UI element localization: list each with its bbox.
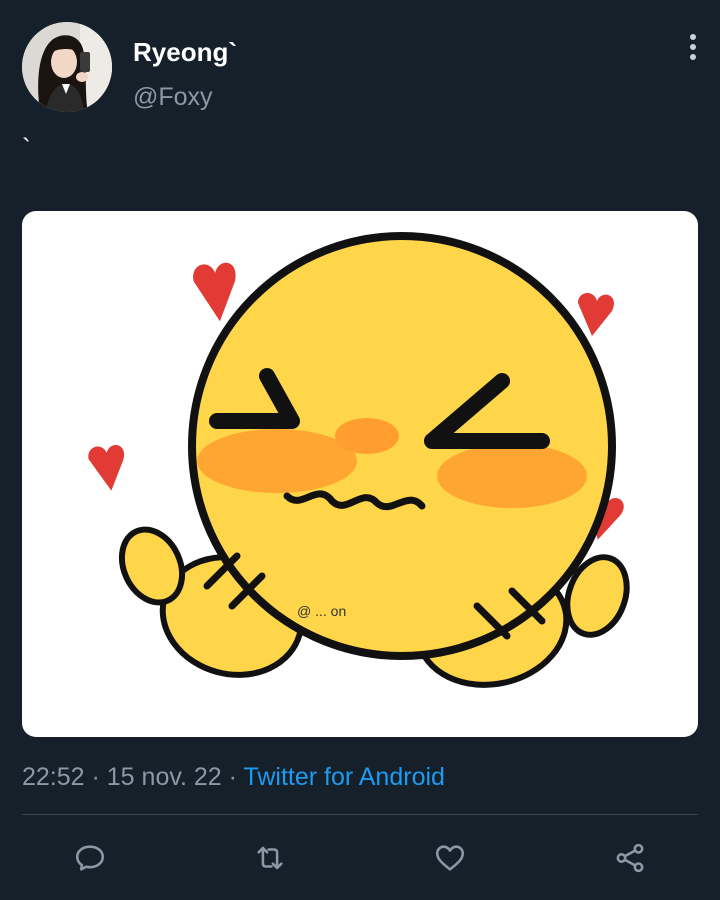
retweet-icon: [257, 846, 283, 870]
meta-separator: ·: [221, 763, 244, 791]
share-icon: [616, 843, 644, 873]
meta-separator: ·: [84, 763, 107, 791]
tweet-date: 15 nov. 22: [106, 763, 222, 791]
heart-icon: [435, 845, 465, 871]
avatar[interactable]: [22, 22, 112, 112]
reply-icon: [75, 845, 105, 871]
more-options-icon[interactable]: [678, 34, 708, 68]
tweet-time: 22:52: [22, 763, 85, 791]
media-watermark: @ ... on: [297, 603, 346, 619]
tweet-meta: 22:52 · 15 nov. 22 · Twitter for Android: [22, 763, 445, 792]
tweet-media[interactable]: @ ... on: [22, 211, 698, 737]
display-name[interactable]: Ryeong`: [133, 37, 237, 68]
like-button[interactable]: [430, 838, 470, 878]
tweet-text: `: [22, 133, 31, 163]
divider: [22, 814, 698, 815]
retweet-button[interactable]: [250, 838, 290, 878]
user-handle[interactable]: @Foxy: [133, 83, 213, 112]
tweet-source-link[interactable]: Twitter for Android: [243, 763, 444, 791]
reply-button[interactable]: [70, 838, 110, 878]
avatar-photo: [22, 22, 112, 112]
share-button[interactable]: [610, 838, 650, 878]
blushing-smiley-image: @ ... on: [88, 232, 630, 688]
